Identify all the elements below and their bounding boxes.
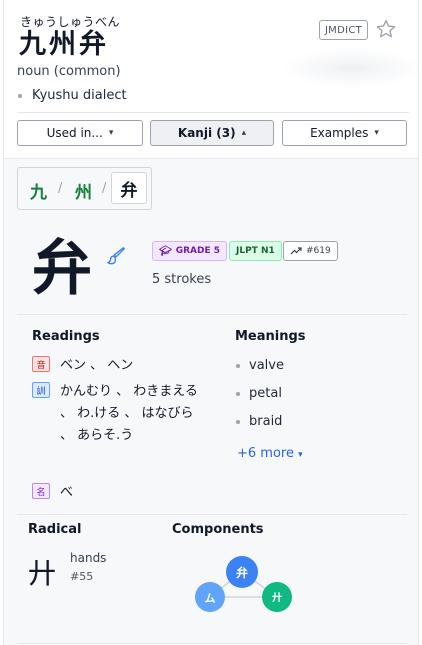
divider bbox=[17, 112, 409, 113]
meaning-item: valve bbox=[236, 358, 284, 373]
frequency-badge: #619 bbox=[283, 241, 338, 261]
kanji-label: Kanji (3) bbox=[177, 126, 236, 140]
bullet-icon bbox=[236, 419, 240, 424]
kanji-panel: 九 / 州 / 弁 弁 🎓︎ GRADE 5 JLPT N1 #619 5 st… bbox=[4, 158, 418, 645]
radical-number: #55 bbox=[70, 570, 94, 583]
divider bbox=[17, 314, 407, 315]
kanji-character: 弁 bbox=[32, 234, 92, 304]
component-node[interactable]: 弁 bbox=[226, 556, 258, 588]
chevron-down-icon: ▾ bbox=[374, 128, 379, 138]
grade-text: GRADE 5 bbox=[175, 246, 220, 256]
bullet-icon bbox=[18, 93, 22, 98]
components-title: Components bbox=[172, 522, 264, 537]
component-label: 弁 bbox=[236, 565, 248, 580]
component-label: 廾 bbox=[272, 591, 282, 604]
divider bbox=[17, 643, 407, 644]
chevron-down-icon: ▾ bbox=[298, 450, 303, 460]
kanji-tab-bar: 九 / 州 / 弁 bbox=[17, 167, 152, 210]
grade-badge: 🎓︎ GRADE 5 bbox=[152, 241, 227, 261]
separator: / bbox=[58, 181, 63, 196]
meaning-text: valve bbox=[249, 358, 284, 373]
component-node[interactable]: ム bbox=[195, 582, 225, 612]
stroke-count: 5 strokes bbox=[152, 272, 212, 287]
used-in-button[interactable]: Used in... ▾ bbox=[17, 120, 143, 146]
sense-item: Kyushu dialect bbox=[17, 88, 127, 103]
kun-reading-row: 訓 かんむり 、 わきまえる 、 わ.ける 、 はなびら 、 あらそ.う bbox=[32, 381, 210, 447]
meaning-text: braid bbox=[249, 414, 283, 429]
radical-name: hands bbox=[70, 551, 107, 565]
sense-text: Kyushu dialect bbox=[32, 88, 127, 103]
kanji-tab[interactable]: 州 bbox=[75, 178, 92, 203]
kanji-button[interactable]: Kanji (3) ▴ bbox=[150, 120, 274, 146]
component-node[interactable]: 廾 bbox=[262, 582, 292, 612]
entry-card: きゅうしゅうべん 九州弁 JMDICT noun (common) Kyushu… bbox=[3, 0, 422, 645]
nanori-row: 名 べ bbox=[32, 482, 190, 504]
kun-reading-badge: 訓 bbox=[32, 382, 50, 398]
radical-title: Radical bbox=[28, 522, 82, 537]
on-reading-badge: 音 bbox=[32, 356, 50, 372]
trend-icon bbox=[290, 247, 302, 255]
meaning-item: petal bbox=[236, 386, 282, 401]
jlpt-badge: JLPT N1 bbox=[229, 241, 282, 261]
bullet-icon bbox=[236, 363, 240, 368]
headword: 九州弁 bbox=[19, 29, 109, 60]
blur-overlay bbox=[282, 48, 422, 88]
components-graph: 弁 ム 廾 bbox=[195, 556, 292, 612]
more-meanings-label: +6 more bbox=[237, 446, 294, 461]
bullet-icon bbox=[236, 391, 240, 396]
frequency-text: #619 bbox=[306, 246, 331, 256]
on-reading-text: ベン 、 ヘン bbox=[60, 358, 134, 373]
used-in-label: Used in... bbox=[46, 126, 103, 140]
examples-button[interactable]: Examples ▾ bbox=[282, 120, 407, 146]
kanji-tab-selected[interactable]: 弁 bbox=[111, 172, 147, 204]
nanori-text: べ bbox=[60, 485, 74, 500]
part-of-speech: noun (common) bbox=[17, 64, 121, 79]
component-label: ム bbox=[205, 592, 216, 605]
meaning-item: braid bbox=[236, 414, 282, 429]
examples-label: Examples bbox=[310, 126, 369, 140]
source-badge[interactable]: JMDICT bbox=[319, 20, 368, 40]
kanji-tab[interactable]: 九 bbox=[30, 178, 47, 203]
on-reading-row: 音 ベン 、 ヘン bbox=[32, 355, 190, 377]
radical-character: 廾 bbox=[28, 557, 57, 590]
more-meanings-link[interactable]: +6 more ▾ bbox=[237, 446, 303, 461]
brush-icon[interactable] bbox=[105, 245, 127, 267]
star-icon[interactable] bbox=[375, 18, 397, 40]
separator: / bbox=[102, 181, 107, 196]
meanings-title: Meanings bbox=[235, 329, 306, 344]
chevron-up-icon: ▴ bbox=[241, 128, 247, 138]
graduation-cap-icon: 🎓︎ bbox=[159, 245, 172, 257]
entry-header: きゅうしゅうべん 九州弁 JMDICT noun (common) Kyushu… bbox=[4, 0, 422, 158]
kun-reading-text: かんむり 、 わきまえる 、 わ.ける 、 はなびら 、 あらそ.う bbox=[60, 384, 198, 443]
divider bbox=[17, 514, 407, 515]
meaning-text: petal bbox=[249, 386, 282, 401]
chevron-down-icon: ▾ bbox=[108, 128, 114, 138]
readings-title: Readings bbox=[32, 329, 100, 344]
nanori-badge: 名 bbox=[32, 483, 50, 499]
